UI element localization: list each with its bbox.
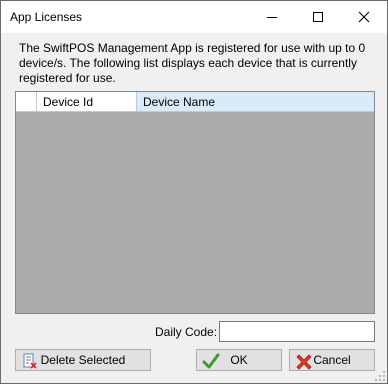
license-description: The SwiftPOS Management App is registere… bbox=[19, 41, 366, 85]
close-icon bbox=[358, 11, 370, 23]
app-licenses-window: App Licenses The SwiftPOS Management App… bbox=[0, 0, 388, 384]
minimize-button[interactable] bbox=[249, 1, 295, 33]
minimize-icon bbox=[267, 17, 277, 18]
grid-header: Device Id Device Name bbox=[16, 92, 374, 113]
maximize-icon bbox=[313, 12, 323, 22]
devices-grid[interactable]: Device Id Device Name bbox=[15, 91, 375, 314]
resize-grip-icon[interactable] bbox=[374, 370, 386, 382]
row-header-corner[interactable] bbox=[16, 92, 37, 112]
ok-label: OK bbox=[230, 353, 248, 367]
column-header-device-id[interactable]: Device Id bbox=[37, 92, 137, 112]
column-header-device-name[interactable]: Device Name bbox=[137, 92, 374, 112]
window-title: App Licenses bbox=[10, 10, 83, 24]
title-bar: App Licenses bbox=[1, 1, 387, 33]
daily-code-input[interactable] bbox=[219, 321, 375, 342]
maximize-button[interactable] bbox=[295, 1, 341, 33]
ok-button[interactable]: OK bbox=[196, 349, 282, 371]
close-button[interactable] bbox=[341, 1, 387, 33]
daily-code-label: Daily Code: bbox=[155, 325, 218, 339]
cancel-button[interactable]: Cancel bbox=[289, 349, 375, 371]
delete-selected-label: Delete Selected bbox=[40, 353, 126, 367]
cancel-label: Cancel bbox=[313, 353, 351, 367]
delete-selected-button[interactable]: Delete Selected bbox=[15, 349, 151, 371]
